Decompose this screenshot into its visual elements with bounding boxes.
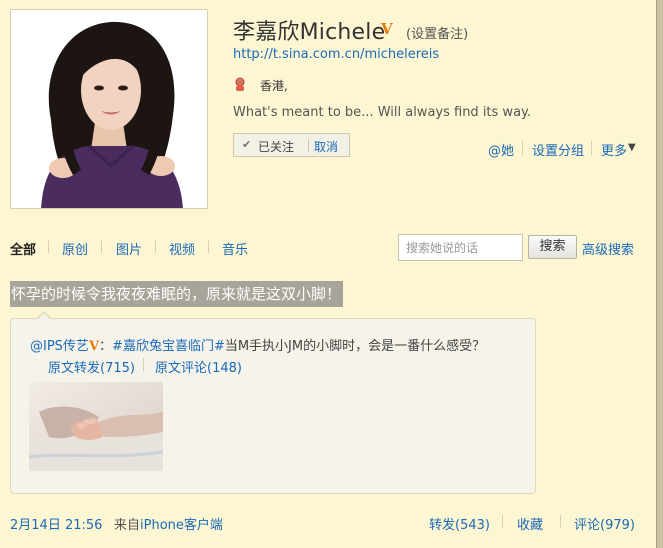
post-text: 怀孕的时候令我夜夜难眠的，原来就是这双小脚！ [10,281,344,307]
source-prefix: 来自 [114,518,141,533]
search-button[interactable]: 搜索 [528,235,577,259]
original-post-content: 当M手执小JM的小脚时，会是一番什么感受？ [224,339,486,354]
tab-original[interactable]: 原创 [62,239,88,258]
follow-status-box: ✔ 已关注 取消 [233,133,350,157]
colon-separator: ： [99,339,113,354]
divider [522,141,523,155]
search-input[interactable] [398,234,523,261]
comment-button[interactable]: 评论(979) [574,514,635,533]
profile-avatar[interactable] [10,9,208,209]
female-user-icon [233,76,247,91]
set-remark-link[interactable]: (设置备注) [406,23,468,42]
divider [560,515,561,528]
divider [48,240,49,253]
original-repost-link[interactable]: 原文转发(715) [48,357,135,376]
verified-badge-icon: V [88,339,100,354]
original-comment-link[interactable]: 原文评论(148) [155,357,242,376]
profile-url-link[interactable]: http://t.sina.com.cn/michelereis [233,47,439,62]
tab-video[interactable]: 视频 [169,239,195,258]
divider [308,139,309,152]
check-icon: ✔ [242,138,252,151]
tab-music[interactable]: 音乐 [222,239,248,258]
cancel-follow-button[interactable]: 取消 [314,138,338,155]
mention-her-link[interactable]: @她 [488,140,514,159]
window-scrollbar-edge[interactable] [656,0,663,548]
post-source: 来自iPhone客户端 [114,514,223,533]
tab-all[interactable]: 全部 [10,239,36,258]
card-pointer-inner [37,313,51,320]
location-text: 香港, [260,79,288,93]
tab-images[interactable]: 图片 [116,239,142,258]
divider [208,240,209,253]
advanced-search-link[interactable]: 高级搜索 [582,239,634,258]
topic-link[interactable]: #嘉欣兔宝喜临门# [112,339,225,354]
profile-name: 李嘉欣Michele [233,20,386,45]
divider [101,240,102,253]
original-author-link[interactable]: @IPS传艺 [30,339,89,354]
source-client-link[interactable]: iPhone客户端 [140,518,223,533]
repost-button[interactable]: 转发(543) [429,514,490,533]
post-time-link[interactable]: 2月14日 21:56 [10,514,102,533]
verified-badge-icon: V [381,20,393,38]
favorite-button[interactable]: 收藏 [517,514,543,533]
chevron-down-icon[interactable]: ▼ [628,142,636,153]
bio-text: What's meant to be... Will always find i… [233,105,532,120]
divider [143,358,144,371]
original-post-line: @IPS传艺V：#嘉欣兔宝喜临门#当M手执小JM的小脚时，会是一番什么感受？ [30,335,485,354]
divider [502,515,503,528]
post-thumbnail-image[interactable] [29,382,163,471]
set-group-link[interactable]: 设置分组 [532,140,584,159]
followed-label: 已关注 [258,140,295,154]
divider [591,141,592,155]
divider [155,240,156,253]
more-menu-button[interactable]: 更多 [601,140,627,159]
